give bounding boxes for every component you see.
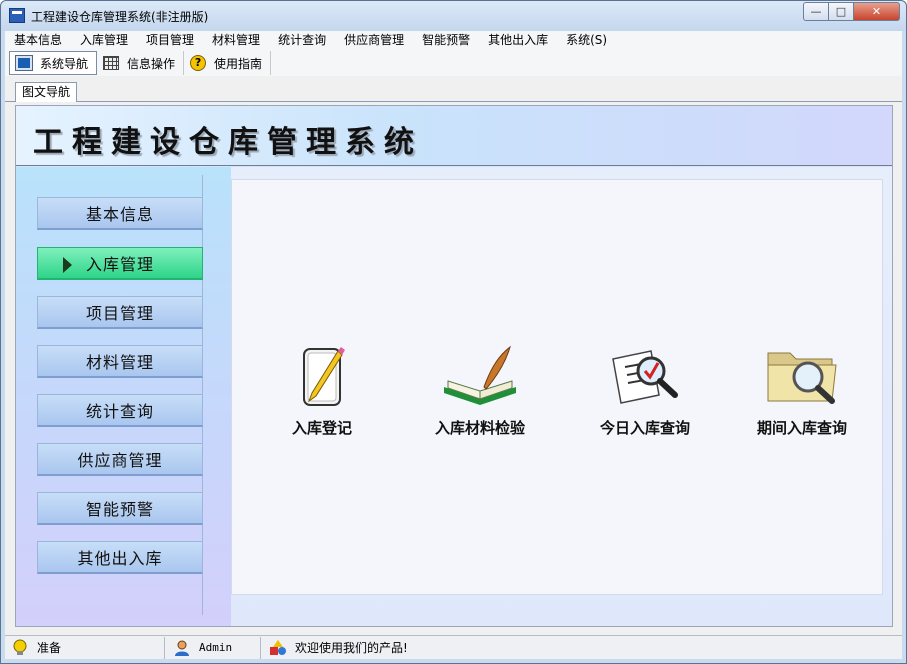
monitor-icon	[15, 55, 33, 71]
sidebar-item-other-io[interactable]: 其他出入库	[37, 541, 203, 574]
function-label: 入库材料检验	[434, 419, 525, 437]
sidebar-item-supplier[interactable]: 供应商管理	[37, 443, 203, 476]
sidebar-item-label: 供应商管理	[77, 451, 163, 470]
status-user: Admin	[199, 641, 233, 654]
status-bar: 准备 Admin 欢迎使用我们的产品!	[5, 635, 902, 659]
minimize-icon: —	[810, 5, 822, 18]
menu-basic-info[interactable]: 基本信息	[5, 31, 71, 50]
help-icon: ?	[190, 55, 207, 71]
menu-material[interactable]: 材料管理	[203, 31, 269, 50]
maximize-icon: □	[835, 5, 847, 18]
sidebar: 基本信息 入库管理 项目管理 材料管理 统计查询 供应商管理 智能预警 其他出入…	[16, 167, 231, 626]
function-label: 入库登记	[291, 419, 352, 437]
function-material-inspection[interactable]: 入库材料检验	[410, 343, 550, 438]
menu-system[interactable]: 系统(S)	[557, 31, 616, 50]
checklist-magnifier-icon	[605, 343, 685, 413]
shapes-icon	[269, 639, 287, 657]
function-label: 今日入库查询	[599, 419, 690, 437]
menu-project[interactable]: 项目管理	[137, 31, 203, 50]
menu-other-io[interactable]: 其他出入库	[479, 31, 557, 50]
banner: 工程建设仓库管理系统	[16, 106, 892, 166]
status-state-cell: 准备	[5, 636, 165, 659]
function-today-query[interactable]: 今日入库查询	[575, 343, 715, 438]
close-button[interactable]: ✕	[854, 2, 900, 21]
close-icon: ✕	[871, 5, 882, 18]
lightbulb-icon	[11, 639, 29, 657]
menu-smart-alert[interactable]: 智能预警	[413, 31, 479, 50]
guide-label: 使用指南	[214, 56, 263, 71]
status-message-cell: 欢迎使用我们的产品!	[261, 637, 902, 659]
sidebar-item-label: 项目管理	[85, 304, 154, 323]
status-state: 准备	[37, 641, 62, 655]
sidebar-item-material[interactable]: 材料管理	[37, 345, 203, 378]
book-quill-icon	[440, 343, 520, 413]
sidebar-item-label: 统计查询	[85, 402, 154, 421]
sidebar-item-label: 入库管理	[85, 255, 154, 274]
sidebar-item-label: 其他出入库	[77, 549, 163, 568]
sidebar-item-basic-info[interactable]: 基本信息	[37, 197, 203, 230]
app-window: 工程建设仓库管理系统(非注册版) — □ ✕ 基本信息 入库管理 项目管理 材料…	[0, 0, 907, 664]
tab-strip: 图文导航	[5, 78, 902, 102]
function-inbound-register[interactable]: 入库登记	[252, 343, 392, 438]
content-area: 入库登记 入库材料检验 今日入库查询 期间入库查询	[231, 167, 892, 626]
menu-supplier[interactable]: 供应商管理	[335, 31, 413, 50]
minimize-button[interactable]: —	[803, 2, 829, 21]
title-bar[interactable]: 工程建设仓库管理系统(非注册版) — □ ✕	[1, 1, 906, 31]
nav-panel: 工程建设仓库管理系统 基本信息 入库管理 项目管理 材料管理 统计查询 供应商管…	[15, 105, 893, 627]
info-ops-label: 信息操作	[127, 56, 176, 71]
function-panel: 入库登记 入库材料检验 今日入库查询 期间入库查询	[231, 179, 883, 595]
selected-arrow-icon	[63, 257, 72, 273]
system-nav-label: 系统导航	[40, 56, 89, 71]
toolbar: 系统导航 信息操作 ? 使用指南	[5, 50, 902, 76]
sidebar-item-label: 基本信息	[85, 205, 154, 224]
status-user-cell: Admin	[165, 636, 261, 659]
user-icon	[173, 639, 191, 657]
menu-inbound[interactable]: 入库管理	[71, 31, 137, 50]
sidebar-item-statistics[interactable]: 统计查询	[37, 394, 203, 427]
menu-statistics[interactable]: 统计查询	[269, 31, 335, 50]
window-title: 工程建设仓库管理系统(非注册版)	[31, 10, 209, 24]
function-label: 期间入库查询	[756, 419, 847, 437]
info-ops-button[interactable]: 信息操作	[97, 51, 185, 75]
sidebar-item-smart-alert[interactable]: 智能预警	[37, 492, 203, 525]
status-message: 欢迎使用我们的产品!	[295, 641, 408, 655]
edit-document-icon	[282, 343, 362, 413]
grid-icon	[103, 56, 120, 70]
function-period-query[interactable]: 期间入库查询	[732, 343, 872, 438]
banner-title: 工程建设仓库管理系统	[33, 125, 423, 160]
client-area: 基本信息 入库管理 项目管理 材料管理 统计查询 供应商管理 智能预警 其他出入…	[5, 31, 902, 659]
menu-bar: 基本信息 入库管理 项目管理 材料管理 统计查询 供应商管理 智能预警 其他出入…	[5, 31, 902, 50]
sidebar-item-inbound[interactable]: 入库管理	[37, 247, 203, 280]
sidebar-item-project[interactable]: 项目管理	[37, 296, 203, 329]
folder-search-icon	[762, 343, 842, 413]
app-icon	[9, 8, 25, 23]
sidebar-item-label: 材料管理	[85, 353, 154, 372]
tab-graphic-nav[interactable]: 图文导航	[15, 82, 78, 102]
sidebar-item-label: 智能预警	[85, 500, 154, 519]
guide-button[interactable]: ? 使用指南	[184, 51, 272, 75]
maximize-button[interactable]: □	[829, 2, 854, 21]
system-nav-button[interactable]: 系统导航	[9, 51, 98, 75]
